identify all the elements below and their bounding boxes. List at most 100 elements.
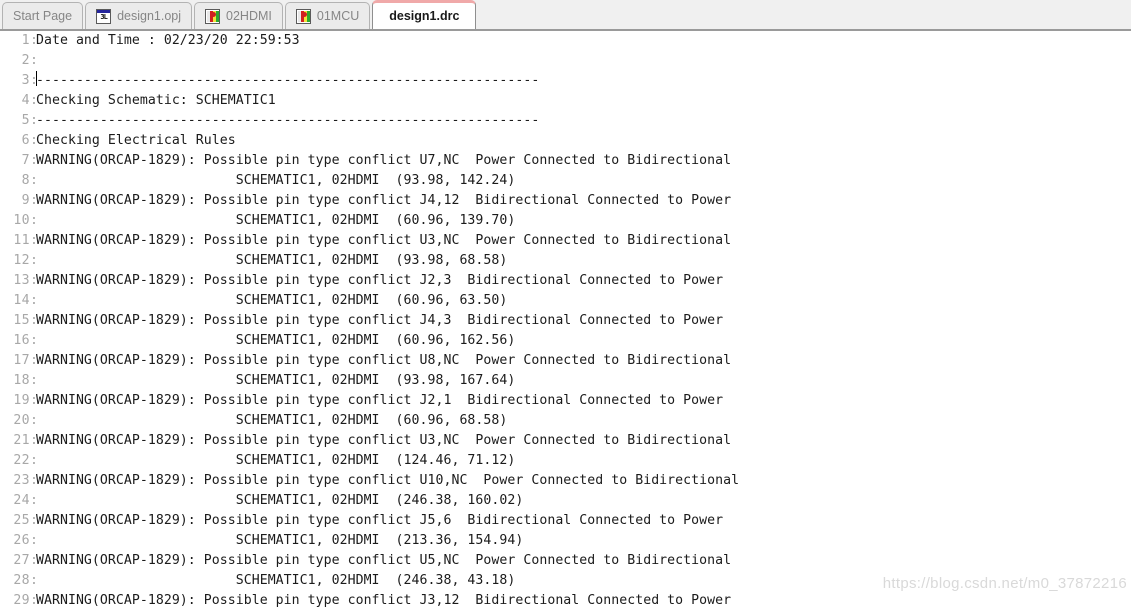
- tab-start-page[interactable]: Start Page: [2, 2, 84, 29]
- code-line: 1: Date and Time : 02/23/20 22:59:53: [0, 31, 1131, 51]
- code-line: 21: WARNING(ORCAP-1829): Possible pin typ…: [0, 431, 1131, 451]
- code-line-text: WARNING(ORCAP-1829): Possible pin type c…: [36, 433, 732, 448]
- line-number: 29: [13, 593, 30, 608]
- code-line: 18: SCHEMATIC1, 02HDMI (93.98, 167.64): [0, 371, 1131, 391]
- line-number: 3: [21, 73, 30, 88]
- code-line: 29: WARNING(ORCAP-1829): Possible pin typ…: [0, 591, 1131, 611]
- line-number: 19: [13, 393, 30, 408]
- code-line-text: SCHEMATIC1, 02HDMI (246.38, 160.02): [36, 493, 524, 508]
- code-line-text: Checking Schematic: SCHEMATIC1: [36, 93, 276, 108]
- line-number: 13: [13, 273, 30, 288]
- code-line-text: WARNING(ORCAP-1829): Possible pin type c…: [36, 593, 732, 608]
- code-line-text: Checking Electrical Rules: [36, 133, 236, 148]
- line-number: 15: [13, 313, 30, 328]
- line-number: 22: [13, 453, 30, 468]
- line-number: 7: [21, 153, 30, 168]
- code-line-text: ----------------------------------------…: [36, 113, 540, 128]
- tab-design1-drc[interactable]: design1.drc: [372, 0, 477, 29]
- tab-label: 01MCU: [316, 8, 360, 23]
- line-number: 18: [13, 373, 30, 388]
- schematic-page-icon: [295, 8, 311, 24]
- code-line: 14: SCHEMATIC1, 02HDMI (60.96, 63.50): [0, 291, 1131, 311]
- line-number: 21: [13, 433, 30, 448]
- code-line-text: WARNING(ORCAP-1829): Possible pin type c…: [36, 233, 732, 248]
- code-line-text: ----------------------------------------…: [36, 73, 540, 88]
- line-number: 24: [13, 493, 30, 508]
- line-number: 28: [13, 573, 30, 588]
- code-line-text: WARNING(ORCAP-1829): Possible pin type c…: [36, 153, 732, 168]
- code-line: 23: WARNING(ORCAP-1829): Possible pin typ…: [0, 471, 1131, 491]
- schematic-page-icon: [205, 8, 221, 24]
- line-number: 12: [13, 253, 30, 268]
- line-number: 4: [21, 93, 30, 108]
- line-number: 11: [13, 233, 30, 248]
- code-line: 8: SCHEMATIC1, 02HDMI (93.98, 142.24): [0, 171, 1131, 191]
- code-line: 22: SCHEMATIC1, 02HDMI (124.46, 71.12): [0, 451, 1131, 471]
- line-number: 6: [21, 133, 30, 148]
- line-number: 25: [13, 513, 30, 528]
- line-number: 1: [21, 33, 30, 48]
- code-line: 5: --------------------------------------…: [0, 111, 1131, 131]
- code-line: 25: WARNING(ORCAP-1829): Possible pin typ…: [0, 511, 1131, 531]
- code-line: 24: SCHEMATIC1, 02HDMI (246.38, 160.02): [0, 491, 1131, 511]
- code-line-text: WARNING(ORCAP-1829): Possible pin type c…: [36, 273, 724, 288]
- code-line: 7: WARNING(ORCAP-1829): Possible pin type…: [0, 151, 1131, 171]
- line-number: 17: [13, 353, 30, 368]
- code-line-text: SCHEMATIC1, 02HDMI (60.96, 139.70): [36, 213, 516, 228]
- code-line: 17: WARNING(ORCAP-1829): Possible pin typ…: [0, 351, 1131, 371]
- code-line: 4: Checking Schematic: SCHEMATIC1: [0, 91, 1131, 111]
- tab-label: Start Page: [13, 8, 73, 23]
- code-line-text: SCHEMATIC1, 02HDMI (60.96, 63.50): [36, 293, 508, 308]
- code-line: 15: WARNING(ORCAP-1829): Possible pin typ…: [0, 311, 1131, 331]
- code-line-text: SCHEMATIC1, 02HDMI (213.36, 154.94): [36, 533, 524, 548]
- tab-label: 02HDMI: [226, 8, 272, 23]
- code-line: 13: WARNING(ORCAP-1829): Possible pin typ…: [0, 271, 1131, 291]
- text-caret: [36, 71, 37, 86]
- line-number: 10: [13, 213, 30, 228]
- tab-01mcu[interactable]: 01MCU: [284, 2, 371, 29]
- code-line: 19: WARNING(ORCAP-1829): Possible pin typ…: [0, 391, 1131, 411]
- code-line-text: WARNING(ORCAP-1829): Possible pin type c…: [36, 193, 732, 208]
- code-line-text: SCHEMATIC1, 02HDMI (124.46, 71.12): [36, 453, 516, 468]
- code-lines: 1: Date and Time : 02/23/20 22:59:53 2:3: -…: [0, 31, 1131, 611]
- code-line-text: SCHEMATIC1, 02HDMI (246.38, 43.18): [36, 573, 516, 588]
- code-line-text: SCHEMATIC1, 02HDMI (60.96, 68.58): [36, 413, 508, 428]
- code-line-text: WARNING(ORCAP-1829): Possible pin type c…: [36, 473, 740, 488]
- code-line-text: WARNING(ORCAP-1829): Possible pin type c…: [36, 513, 724, 528]
- line-number: 23: [13, 473, 30, 488]
- line-number: 8: [21, 173, 30, 188]
- code-line: 9: WARNING(ORCAP-1829): Possible pin type…: [0, 191, 1131, 211]
- code-line: 10: SCHEMATIC1, 02HDMI (60.96, 139.70): [0, 211, 1131, 231]
- tab-label: design1.opj: [117, 8, 182, 23]
- code-line-text: WARNING(ORCAP-1829): Possible pin type c…: [36, 393, 724, 408]
- tab-bar: Start Page 3L design1.opj 02HDMI 01MCU design…: [0, 0, 1131, 31]
- code-line-text: SCHEMATIC1, 02HDMI (60.96, 162.56): [36, 333, 516, 348]
- line-number: 9: [21, 193, 30, 208]
- tab-label: design1.drc: [389, 8, 460, 23]
- code-line: 20: SCHEMATIC1, 02HDMI (60.96, 68.58): [0, 411, 1131, 431]
- line-number: 16: [13, 333, 30, 348]
- code-line: 12: SCHEMATIC1, 02HDMI (93.98, 68.58): [0, 251, 1131, 271]
- code-line: 28: SCHEMATIC1, 02HDMI (246.38, 43.18): [0, 571, 1131, 591]
- code-line: 26: SCHEMATIC1, 02HDMI (213.36, 154.94): [0, 531, 1131, 551]
- code-line-text: Date and Time : 02/23/20 22:59:53: [36, 33, 300, 48]
- line-number: 2: [21, 53, 30, 68]
- code-line: 27: WARNING(ORCAP-1829): Possible pin typ…: [0, 551, 1131, 571]
- tab-02hdmi[interactable]: 02HDMI: [194, 2, 283, 29]
- code-line-text: WARNING(ORCAP-1829): Possible pin type c…: [36, 353, 732, 368]
- code-line: 6: Checking Electrical Rules: [0, 131, 1131, 151]
- drc-report-text-area[interactable]: 1: Date and Time : 02/23/20 22:59:53 2:3: -…: [0, 31, 1131, 616]
- project-file-icon: 3L: [96, 8, 112, 24]
- line-number: 27: [13, 553, 30, 568]
- code-line-text: WARNING(ORCAP-1829): Possible pin type c…: [36, 553, 732, 568]
- code-line-text: SCHEMATIC1, 02HDMI (93.98, 68.58): [36, 253, 508, 268]
- code-line: 11: WARNING(ORCAP-1829): Possible pin typ…: [0, 231, 1131, 251]
- code-line: 2:: [0, 51, 1131, 71]
- tab-design1-opj[interactable]: 3L design1.opj: [85, 2, 193, 29]
- code-line-text: SCHEMATIC1, 02HDMI (93.98, 142.24): [36, 173, 516, 188]
- line-number: 26: [13, 533, 30, 548]
- code-line: 3: --------------------------------------…: [0, 71, 1131, 91]
- line-number: 20: [13, 413, 30, 428]
- line-number: 5: [21, 113, 30, 128]
